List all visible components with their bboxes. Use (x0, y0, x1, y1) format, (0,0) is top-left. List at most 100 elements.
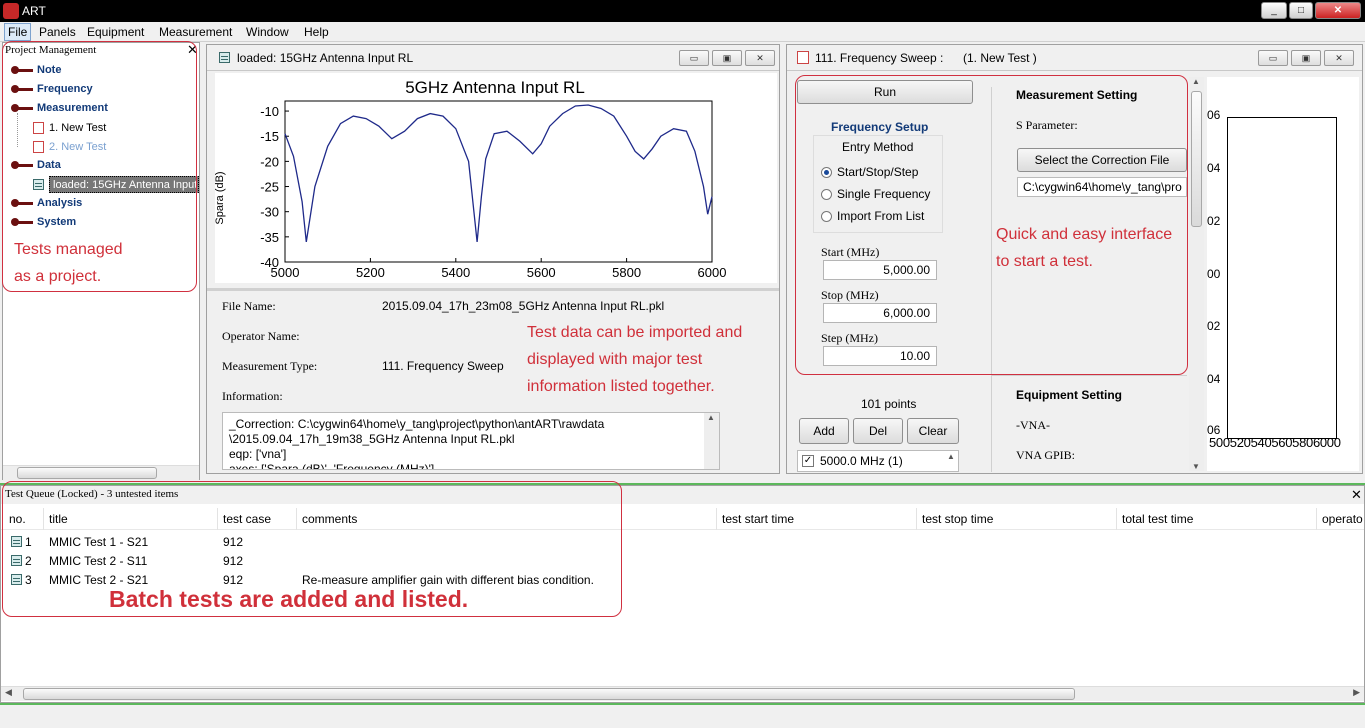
column-total-time[interactable]: total test time (1122, 512, 1193, 526)
horizontal-scrollbar[interactable]: ◀ ▶ (1, 686, 1364, 701)
equipment-setting-heading: Equipment Setting (1016, 388, 1122, 402)
annotation-box (2, 481, 622, 617)
restore-icon[interactable]: ▣ (1291, 50, 1321, 66)
measurement-type-label: Measurement Type: (222, 359, 318, 373)
y-tick-label: -30 (260, 205, 279, 220)
close-icon[interactable]: ✕ (1324, 50, 1354, 66)
scrollbar-thumb[interactable] (23, 688, 1075, 700)
frequency-list[interactable]: ✓ 5000.0 MHz (1) ▲ (797, 450, 959, 472)
checkbox[interactable]: ✓ (802, 455, 814, 467)
horizontal-scrollbar[interactable] (3, 465, 199, 480)
menu-help[interactable]: Help (304, 25, 329, 39)
window-title: ART (22, 4, 46, 18)
divider (991, 375, 1187, 376)
mini-y-tick: 04 (1207, 372, 1221, 386)
operator-label: Operator Name: (222, 329, 300, 343)
column-operator[interactable]: operato (1322, 512, 1363, 526)
vertical-scrollbar[interactable]: ▲ ▼ (1189, 77, 1204, 471)
mini-y-tick: 02 (1207, 319, 1221, 333)
menu-file[interactable]: File (4, 23, 32, 41)
vna-label: -VNA- (1016, 418, 1050, 432)
mini-chart: 06 04 02 00 02 04 06 5005205405605806000 (1207, 77, 1359, 471)
close-button[interactable]: ✕ (1315, 2, 1361, 19)
note-line: displayed with major test (527, 351, 703, 368)
sweep-window-title: 111. Frequency Sweep : (815, 51, 944, 65)
mini-x-ticks: 5005205405605806000 (1209, 435, 1341, 450)
sweep-window-subtitle: (1. New Test ) (963, 51, 1037, 65)
mini-plot-frame (1227, 117, 1337, 439)
x-tick-label: 5200 (356, 265, 385, 280)
file-name-value: 2015.09.04_17h_23m08_5GHz Antenna Input … (382, 299, 665, 313)
list-item: 5000.0 MHz (1) (820, 454, 903, 468)
close-icon[interactable]: ✕ (1351, 487, 1362, 503)
sweep-window-header: 111. Frequency Sweep : (1. New Test ) ▭ … (787, 45, 1362, 71)
chart-area: 5GHz Antenna Input RL Spara (dB) 5000 520… (214, 73, 777, 283)
menu-equipment[interactable]: Equipment (87, 25, 144, 39)
chart-title: 5GHz Antenna Input RL (405, 78, 585, 97)
information-label: Information: (222, 389, 283, 403)
app-icon (3, 3, 19, 19)
menu-panels[interactable]: Panels (39, 25, 76, 39)
column-stop-time[interactable]: test stop time (922, 512, 993, 526)
file-info-note: Test data can be imported and displayed … (527, 319, 742, 400)
chart-ticks: 5000 5200 5400 5600 5800 6000-10-15-20-25-30-… (260, 104, 726, 280)
note-line: information listed together. (527, 378, 715, 395)
mini-y-tick: 02 (1207, 214, 1221, 228)
annotation-box (2, 41, 197, 292)
sweep-icon (797, 51, 809, 64)
info-line: eqp: ['vna'] (229, 447, 287, 461)
maximize-button[interactable]: □ (1289, 2, 1313, 19)
close-icon[interactable]: ✕ (745, 50, 775, 66)
plot-window-header: loaded: 15GHz Antenna Input RL ▭ ▣ ✕ (207, 45, 779, 71)
y-tick-label: -15 (260, 129, 279, 144)
information-textbox[interactable]: _Correction: C:\cygwin64\home\y_tang\pro… (222, 412, 720, 470)
info-line: \2015.09.04_17h_19m38_5GHz Antenna Input… (229, 432, 515, 446)
title-bar: ART _ □ ✕ (0, 0, 1365, 22)
del-button[interactable]: Del (853, 418, 903, 444)
x-tick-label: 6000 (698, 265, 727, 280)
y-tick-label: -20 (260, 154, 279, 169)
scrollbar-thumb[interactable] (1191, 91, 1202, 227)
minimize-icon[interactable]: ▭ (679, 50, 709, 66)
mini-y-tick: 06 (1207, 108, 1221, 122)
minimize-button[interactable]: _ (1261, 2, 1287, 19)
y-tick-label: -10 (260, 104, 279, 119)
mini-y-tick: 00 (1207, 267, 1221, 281)
series-line (284, 104, 713, 242)
scrollbar-thumb[interactable] (17, 467, 157, 479)
y-tick-label: -25 (260, 180, 279, 195)
file-name-label: File Name: (222, 299, 276, 313)
x-tick-label: 5800 (612, 265, 641, 280)
menu-measurement[interactable]: Measurement (159, 25, 232, 39)
x-tick-label: 5600 (527, 265, 556, 280)
note-line: Test data can be imported and (527, 324, 743, 341)
annotation-box (795, 75, 1188, 375)
column-start-time[interactable]: test start time (722, 512, 794, 526)
plot-frame (284, 100, 713, 263)
y-tick-label: -40 (260, 255, 279, 270)
line-chart: 5GHz Antenna Input RL Spara (dB) 5000 520… (214, 78, 726, 280)
restore-icon[interactable]: ▣ (712, 50, 742, 66)
info-line: _Correction: C:\cygwin64\home\y_tang\pro… (229, 417, 605, 431)
scroll-up-icon[interactable]: ▲ (947, 452, 955, 461)
measurement-type-value: 111. Frequency Sweep (382, 359, 504, 373)
document-icon (219, 52, 230, 63)
plot-window-title: loaded: 15GHz Antenna Input RL (237, 51, 414, 65)
x-tick-label: 5400 (441, 265, 470, 280)
menu-window[interactable]: Window (246, 25, 289, 39)
menu-bar: File Panels Equipment Measurement Window… (0, 22, 1365, 42)
points-count: 101 points (861, 397, 917, 411)
vna-gpib-label: VNA GPIB: (1016, 448, 1076, 462)
add-button[interactable]: Add (799, 418, 849, 444)
y-axis-label: Spara (dB) (215, 171, 226, 224)
plot-window: loaded: 15GHz Antenna Input RL ▭ ▣ ✕ 5GH… (206, 44, 780, 474)
status-bar (0, 705, 1365, 728)
mini-y-tick: 04 (1207, 161, 1221, 175)
info-line: axes: ['Spara (dB)', 'Frequency (MHz)'] (229, 462, 435, 470)
splitter[interactable] (207, 288, 779, 291)
y-tick-label: -35 (260, 230, 279, 245)
file-info-panel: File Name: 2015.09.04_17h_23m08_5GHz Ant… (215, 292, 777, 472)
clear-button[interactable]: Clear (907, 418, 959, 444)
minimize-icon[interactable]: ▭ (1258, 50, 1288, 66)
vertical-scrollbar[interactable]: ▲ (704, 413, 719, 469)
